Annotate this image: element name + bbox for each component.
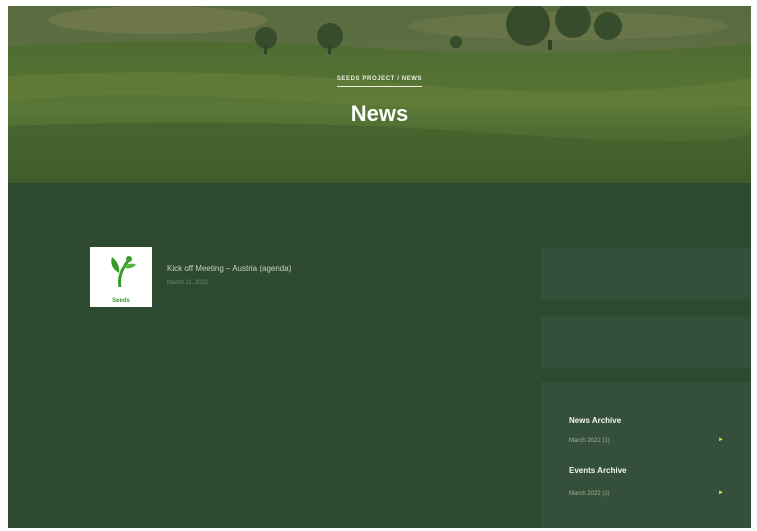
arrow-right-icon: ► bbox=[718, 490, 724, 496]
sidebar-widget-empty-1 bbox=[541, 248, 751, 300]
news-archive-item-label[interactable]: March 2022 (1) bbox=[569, 438, 610, 444]
news-post[interactable]: Seeds Kick off Meeting – Austria (agenda… bbox=[90, 247, 510, 309]
news-archive-item[interactable]: March 2022 (1) ► bbox=[569, 437, 724, 448]
hero-overlay bbox=[8, 6, 751, 183]
logo-label: Seeds bbox=[112, 298, 130, 304]
news-archive-title: News Archive bbox=[569, 416, 622, 425]
post-title-link[interactable]: Kick off Meeting – Austria (agenda) bbox=[167, 264, 291, 273]
events-archive-title: Events Archive bbox=[569, 466, 627, 475]
page-title: News bbox=[350, 101, 409, 126]
seeds-logo-icon bbox=[111, 256, 136, 288]
post-thumbnail[interactable]: Seeds bbox=[90, 247, 152, 307]
arrow-right-icon: ► bbox=[718, 437, 724, 443]
events-archive-item-label[interactable]: March 2022 (1) bbox=[569, 491, 610, 497]
post-date: March 11, 2022 bbox=[167, 280, 209, 286]
breadcrumb-text: SEEDS PROJECT / NEWS bbox=[336, 76, 423, 87]
breadcrumb: SEEDS PROJECT / NEWS bbox=[8, 76, 751, 87]
page: SEEDS PROJECT / NEWS News Seeds Kick off… bbox=[8, 6, 751, 528]
events-archive-item[interactable]: March 2022 (1) ► bbox=[569, 490, 724, 501]
sidebar-widget-empty-2 bbox=[541, 316, 751, 368]
sidebar-archive-widget: News Archive March 2022 (1) ► Events Arc… bbox=[541, 382, 751, 528]
hero-banner: SEEDS PROJECT / NEWS News bbox=[8, 6, 751, 183]
